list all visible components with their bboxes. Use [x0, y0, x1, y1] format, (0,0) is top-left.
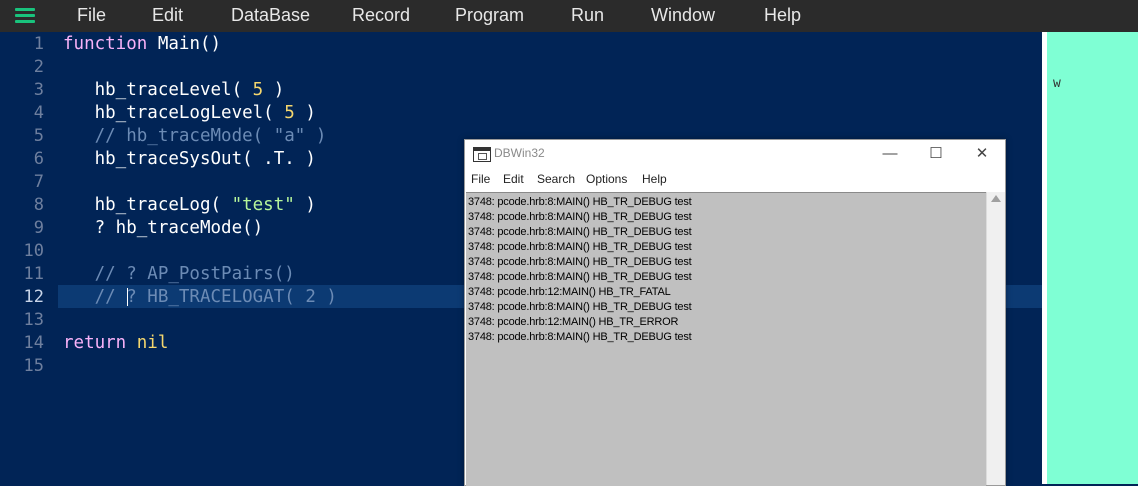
code-line[interactable]: function Main() [63, 33, 221, 56]
code-token: hb_traceSysOut( .T. ) [63, 149, 316, 169]
menu-file[interactable]: File [77, 0, 106, 32]
code-token: // ? HB_TRACELOGAT( 2 ) [63, 287, 337, 307]
menu-database[interactable]: DataBase [231, 0, 310, 32]
code-line[interactable]: return nil [63, 332, 168, 355]
code-token: nil [136, 333, 169, 353]
menu-run[interactable]: Run [571, 0, 604, 32]
log-line: 3748: pcode.hrb:8:MAIN() HB_TR_DEBUG tes… [468, 226, 692, 238]
text-cursor [127, 288, 128, 306]
line-number: 5 [33, 126, 44, 146]
code-token: // hb_traceMode( "a" ) [63, 126, 327, 146]
dbwin-menu-file[interactable]: File [471, 172, 490, 186]
code-line[interactable]: hb_traceLog( "test" ) [63, 194, 316, 217]
log-line: 3748: pcode.hrb:8:MAIN() HB_TR_DEBUG tes… [468, 271, 692, 283]
code-line[interactable]: // hb_traceMode( "a" ) [63, 125, 327, 148]
line-number: 8 [33, 195, 44, 215]
scroll-up-arrow-icon[interactable] [991, 195, 1001, 202]
log-line: 3748: pcode.hrb:8:MAIN() HB_TR_DEBUG tes… [468, 196, 692, 208]
dbwin-menu-options[interactable]: Options [586, 172, 627, 186]
app-window-icon [473, 147, 491, 162]
code-token: hb_traceLevel( [63, 80, 253, 100]
code-token: // ? AP_PostPairs() [63, 264, 295, 284]
line-number: 1 [33, 34, 44, 54]
line-number: 10 [23, 241, 44, 261]
code-line[interactable]: hb_traceLogLevel( 5 ) [63, 102, 316, 125]
code-token: ) [263, 80, 285, 100]
menu-edit[interactable]: Edit [152, 0, 183, 32]
code-token: "test" [231, 195, 295, 215]
line-number: 14 [23, 333, 44, 353]
window-title: DBWin32 [494, 146, 545, 160]
line-number: 15 [23, 356, 44, 376]
code-token: ) [294, 195, 316, 215]
code-line[interactable]: hb_traceSysOut( .T. ) [63, 148, 316, 171]
log-line: 3748: pcode.hrb:8:MAIN() HB_TR_DEBUG tes… [468, 256, 692, 268]
hamburger-menu-icon[interactable] [15, 8, 35, 24]
close-button[interactable]: ✕ [959, 140, 1005, 168]
right-side-panel [1042, 32, 1138, 484]
debug-output-area[interactable]: 3748: pcode.hrb:8:MAIN() HB_TR_DEBUG tes… [466, 192, 986, 486]
menu-record[interactable]: Record [352, 0, 410, 32]
log-line: 3748: pcode.hrb:8:MAIN() HB_TR_DEBUG tes… [468, 331, 692, 343]
log-line: 3748: pcode.hrb:12:MAIN() HB_TR_FATAL [468, 286, 671, 298]
dbwin32-menu-bar: File Edit Search Options Help [465, 168, 1005, 190]
line-number: 9 [33, 218, 44, 238]
code-token: ? hb_traceMode() [63, 218, 264, 238]
code-token: Main() [147, 34, 222, 54]
line-number: 6 [33, 149, 44, 169]
menu-program[interactable]: Program [455, 0, 524, 32]
log-line: 3748: pcode.hrb:8:MAIN() HB_TR_DEBUG tes… [468, 241, 692, 253]
code-line[interactable]: // ? HB_TRACELOGAT( 2 ) [63, 286, 337, 309]
minimize-button[interactable]: — [867, 140, 913, 168]
line-number: 4 [33, 103, 44, 123]
code-token: hb_traceLogLevel( [63, 103, 285, 123]
menu-help[interactable]: Help [764, 0, 801, 32]
dbwin-menu-help[interactable]: Help [642, 172, 667, 186]
vertical-scrollbar[interactable] [986, 192, 1005, 485]
menu-window[interactable]: Window [651, 0, 715, 32]
right-panel-text: w [1053, 76, 1061, 91]
dbwin-menu-search[interactable]: Search [537, 172, 575, 186]
code-token: function [63, 34, 148, 54]
code-line[interactable]: ? hb_traceMode() [63, 217, 264, 240]
code-line[interactable]: // ? AP_PostPairs() [63, 263, 295, 286]
code-token: ) [294, 103, 316, 123]
code-token: hb_traceLog( [63, 195, 232, 215]
log-line: 3748: pcode.hrb:12:MAIN() HB_TR_ERROR [468, 316, 679, 328]
code-token: 5 [252, 80, 264, 100]
dbwin32-titlebar[interactable]: DBWin32 — ☐ ✕ [465, 140, 1005, 168]
menu-bar: File Edit DataBase Record Program Run Wi… [0, 0, 1138, 32]
dbwin-menu-edit[interactable]: Edit [503, 172, 524, 186]
code-token: return [63, 333, 127, 353]
line-number: 3 [33, 80, 44, 100]
line-number: 13 [23, 310, 44, 330]
log-line: 3748: pcode.hrb:8:MAIN() HB_TR_DEBUG tes… [468, 211, 692, 223]
dbwin32-window[interactable]: DBWin32 — ☐ ✕ File Edit Search Options H… [464, 139, 1006, 486]
line-number-gutter: 1 2 3 4 5 6 7 8 9 10 11 12 13 14 15 [0, 32, 58, 484]
maximize-button[interactable]: ☐ [913, 140, 959, 168]
line-number: 12 [23, 287, 44, 307]
log-line: 3748: pcode.hrb:8:MAIN() HB_TR_DEBUG tes… [468, 301, 692, 313]
line-number: 7 [33, 172, 44, 192]
line-number: 11 [23, 264, 44, 284]
line-number: 2 [33, 57, 44, 77]
code-line[interactable]: hb_traceLevel( 5 ) [63, 79, 285, 102]
code-token: 5 [284, 103, 295, 123]
panel-divider[interactable] [1042, 32, 1047, 484]
